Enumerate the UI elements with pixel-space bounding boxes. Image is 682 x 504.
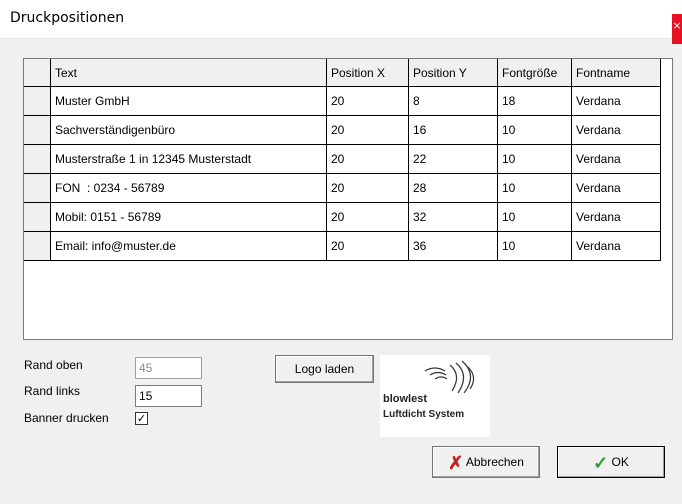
close-button[interactable]: × (672, 14, 682, 44)
column-header-fontsize[interactable]: Fontgröße (497, 59, 572, 87)
table-row[interactable]: Musterstraße 1 in 12345 Musterstadt 20 2… (24, 144, 661, 174)
cell-position-x[interactable]: 20 (326, 202, 409, 232)
cancel-label: Abbrechen (465, 455, 524, 469)
row-selector[interactable] (24, 86, 51, 116)
cell-position-x[interactable]: 20 (326, 115, 409, 145)
checkmark-icon: ✓ (136, 412, 147, 425)
row-selector[interactable] (24, 173, 51, 203)
cell-fontname[interactable]: Verdana (571, 202, 661, 232)
ok-button[interactable]: ✓ OK (557, 446, 665, 478)
close-icon: × (672, 19, 682, 32)
column-header-fontname[interactable]: Fontname (571, 59, 661, 87)
cell-position-x[interactable]: 20 (326, 173, 409, 203)
row-selector[interactable] (24, 202, 51, 232)
column-header-position-x[interactable]: Position X (326, 59, 409, 87)
table-row[interactable]: Sachverständigenbüro 20 16 10 Verdana (24, 115, 661, 145)
cell-fontsize[interactable]: 10 (497, 173, 572, 203)
window-title: Druckpositionen (10, 10, 125, 26)
rand-links-label: Rand links (24, 384, 81, 398)
cell-position-y[interactable]: 8 (408, 86, 498, 116)
cell-position-x[interactable]: 20 (326, 86, 409, 116)
cell-fontsize[interactable]: 10 (497, 144, 572, 174)
cell-fontsize[interactable]: 18 (497, 86, 572, 116)
cell-text[interactable]: Muster GmbH (50, 86, 327, 116)
cell-fontname[interactable]: Verdana (571, 86, 661, 116)
cancel-button[interactable]: ✗ Abbrechen (432, 446, 540, 478)
cell-position-x[interactable]: 20 (326, 144, 409, 174)
ok-label: OK (611, 455, 629, 469)
rand-oben-field: 45 (135, 357, 202, 379)
logo-load-button[interactable]: Logo laden (275, 355, 374, 383)
cell-text[interactable]: Musterstraße 1 in 12345 Musterstadt (50, 144, 327, 174)
cell-position-y[interactable]: 22 (408, 144, 498, 174)
column-header-position-y[interactable]: Position Y (408, 59, 498, 87)
cell-fontname[interactable]: Verdana (571, 173, 661, 203)
title-bar: Druckpositionen × (0, 0, 682, 44)
banner-checkbox[interactable]: ✓ (135, 412, 148, 425)
column-header-text[interactable]: Text (50, 59, 327, 87)
cell-text[interactable]: FON : 0234 - 56789 (50, 173, 327, 203)
logo-tagline: Luftdicht System (383, 409, 465, 420)
row-selector[interactable] (24, 115, 51, 145)
grid-header-row: Text Position X Position Y Fontgröße Fon… (24, 59, 661, 87)
cell-position-x[interactable]: 20 (326, 231, 409, 261)
print-positions-grid[interactable]: Text Position X Position Y Fontgröße Fon… (23, 58, 673, 340)
cross-icon: ✗ (448, 452, 464, 473)
table-row[interactable]: Muster GmbH 20 8 18 Verdana (24, 86, 661, 116)
rand-links-field[interactable]: 15 (135, 385, 202, 407)
table-row[interactable]: Email: info@muster.de 20 36 10 Verdana (24, 231, 661, 261)
cell-fontsize[interactable]: 10 (497, 231, 572, 261)
logo-brand: blowlest (383, 393, 428, 405)
cell-position-y[interactable]: 36 (408, 231, 498, 261)
cell-fontsize[interactable]: 10 (497, 202, 572, 232)
rand-oben-label: Rand oben (24, 358, 83, 372)
cell-fontname[interactable]: Verdana (571, 231, 661, 261)
table-row[interactable]: Mobil: 0151 - 56789 20 32 10 Verdana (24, 202, 661, 232)
corner-cell (24, 59, 51, 87)
company-logo: blowlest Luftdicht System (380, 355, 490, 437)
row-selector[interactable] (24, 231, 51, 261)
logo-graphic-icon (424, 360, 475, 394)
cell-fontname[interactable]: Verdana (571, 144, 661, 174)
cell-text[interactable]: Sachverständigenbüro (50, 115, 327, 145)
cell-fontname[interactable]: Verdana (571, 115, 661, 145)
row-selector[interactable] (24, 144, 51, 174)
cell-text[interactable]: Mobil: 0151 - 56789 (50, 202, 327, 232)
check-icon: ✓ (593, 452, 609, 473)
cell-position-y[interactable]: 32 (408, 202, 498, 232)
table-row[interactable]: FON : 0234 - 56789 20 28 10 Verdana (24, 173, 661, 203)
dialog-window: Druckpositionen × Text Position X Positi… (0, 0, 682, 504)
cell-position-y[interactable]: 28 (408, 173, 498, 203)
cell-position-y[interactable]: 16 (408, 115, 498, 145)
cell-text[interactable]: Email: info@muster.de (50, 231, 327, 261)
banner-label: Banner drucken (24, 411, 109, 425)
cell-fontsize[interactable]: 10 (497, 115, 572, 145)
